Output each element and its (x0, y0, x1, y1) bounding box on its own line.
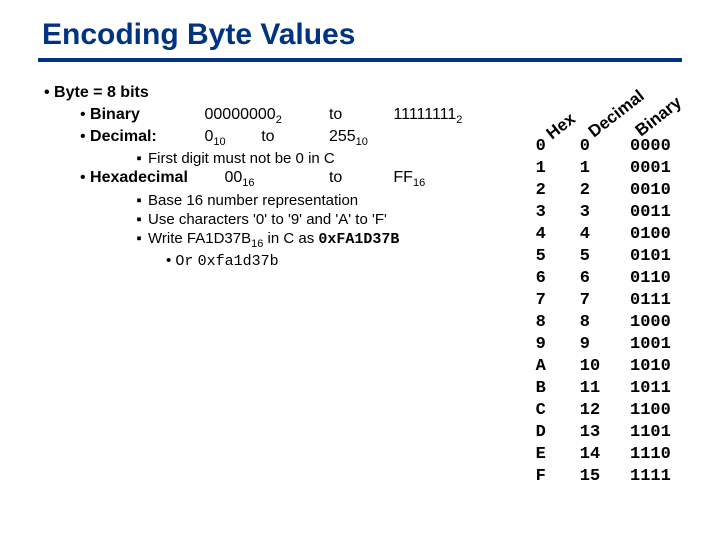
binary-max: 111111112 (393, 106, 503, 126)
table-cell-hex: 0 (536, 136, 570, 158)
table-cell-dec: 2 (580, 180, 620, 202)
decimal-max: 25510 (329, 128, 389, 148)
table-cell-hex: F (536, 466, 570, 488)
hex-max: FF16 (393, 169, 425, 186)
col-dec: 0123456789101112131415 (580, 136, 620, 488)
table-cell-hex: 8 (536, 312, 570, 334)
decimal-label: Decimal: (90, 128, 200, 146)
table-cell-dec: 5 (580, 246, 620, 268)
table-cell-dec: 10 (580, 356, 620, 378)
table-cell-bin: 1000 (630, 312, 686, 334)
table-cell-bin: 1111 (630, 466, 686, 488)
table-cell-bin: 1110 (630, 444, 686, 466)
table-cell-dec: 3 (580, 202, 620, 224)
table-cell-dec: 9 (580, 334, 620, 356)
table-cell-hex: 9 (536, 334, 570, 356)
table-cell-bin: 0011 (630, 202, 686, 224)
table-cell-hex: 1 (536, 158, 570, 180)
table-cell-bin: 0001 (630, 158, 686, 180)
table-cell-hex: 2 (536, 180, 570, 202)
binary-label: Binary (90, 106, 200, 124)
table-cell-dec: 4 (580, 224, 620, 246)
table-cell-bin: 1001 (630, 334, 686, 356)
table-cell-bin: 0000 (630, 136, 686, 158)
table-cell-hex: 5 (536, 246, 570, 268)
table-cell-hex: D (536, 422, 570, 444)
table-cell-dec: 13 (580, 422, 620, 444)
table-cell-dec: 7 (580, 290, 620, 312)
hex-min: 0016 (225, 169, 325, 189)
decimal-min: 010 to (205, 128, 325, 148)
table-cell-hex: 4 (536, 224, 570, 246)
table-cell-hex: A (536, 356, 570, 378)
table-cell-bin: 0111 (630, 290, 686, 312)
table-cell-bin: 0110 (630, 268, 686, 290)
byte-text: Byte = 8 bits (54, 84, 149, 101)
table-cell-hex: B (536, 378, 570, 400)
table-cell-dec: 1 (580, 158, 620, 180)
table-cell-hex: 6 (536, 268, 570, 290)
table-cell-bin: 0010 (630, 180, 686, 202)
table-cell-dec: 8 (580, 312, 620, 334)
table-cell-bin: 1011 (630, 378, 686, 400)
table-cell-bin: 1101 (630, 422, 686, 444)
table-cell-dec: 6 (580, 268, 620, 290)
table-cell-bin: 0101 (630, 246, 686, 268)
table-cell-dec: 11 (580, 378, 620, 400)
table-cell-hex: C (536, 400, 570, 422)
table-cell-bin: 1100 (630, 400, 686, 422)
table-cell-bin: 1010 (630, 356, 686, 378)
table-cell-dec: 0 (580, 136, 620, 158)
binary-min: 000000002 (205, 106, 325, 126)
table-cell-dec: 15 (580, 466, 620, 488)
table-cell-hex: 3 (536, 202, 570, 224)
page-title: Encoding Byte Values (0, 0, 720, 58)
table-cell-hex: E (536, 444, 570, 466)
table-cell-dec: 14 (580, 444, 620, 466)
col-hex: 0123456789ABCDEF (536, 136, 570, 488)
slide: Encoding Byte Values • Byte = 8 bits • B… (0, 0, 720, 540)
table-cell-dec: 12 (580, 400, 620, 422)
table-cell-hex: 7 (536, 290, 570, 312)
col-bin: 0000000100100011010001010110011110001001… (630, 136, 686, 488)
binary-to: to (329, 106, 389, 124)
table-cell-bin: 0100 (630, 224, 686, 246)
hex-to: to (329, 169, 389, 187)
conversion-table: 0123456789ABCDEF 0123456789101112131415 … (536, 136, 686, 488)
hex-label: Hexadecimal (90, 169, 220, 187)
